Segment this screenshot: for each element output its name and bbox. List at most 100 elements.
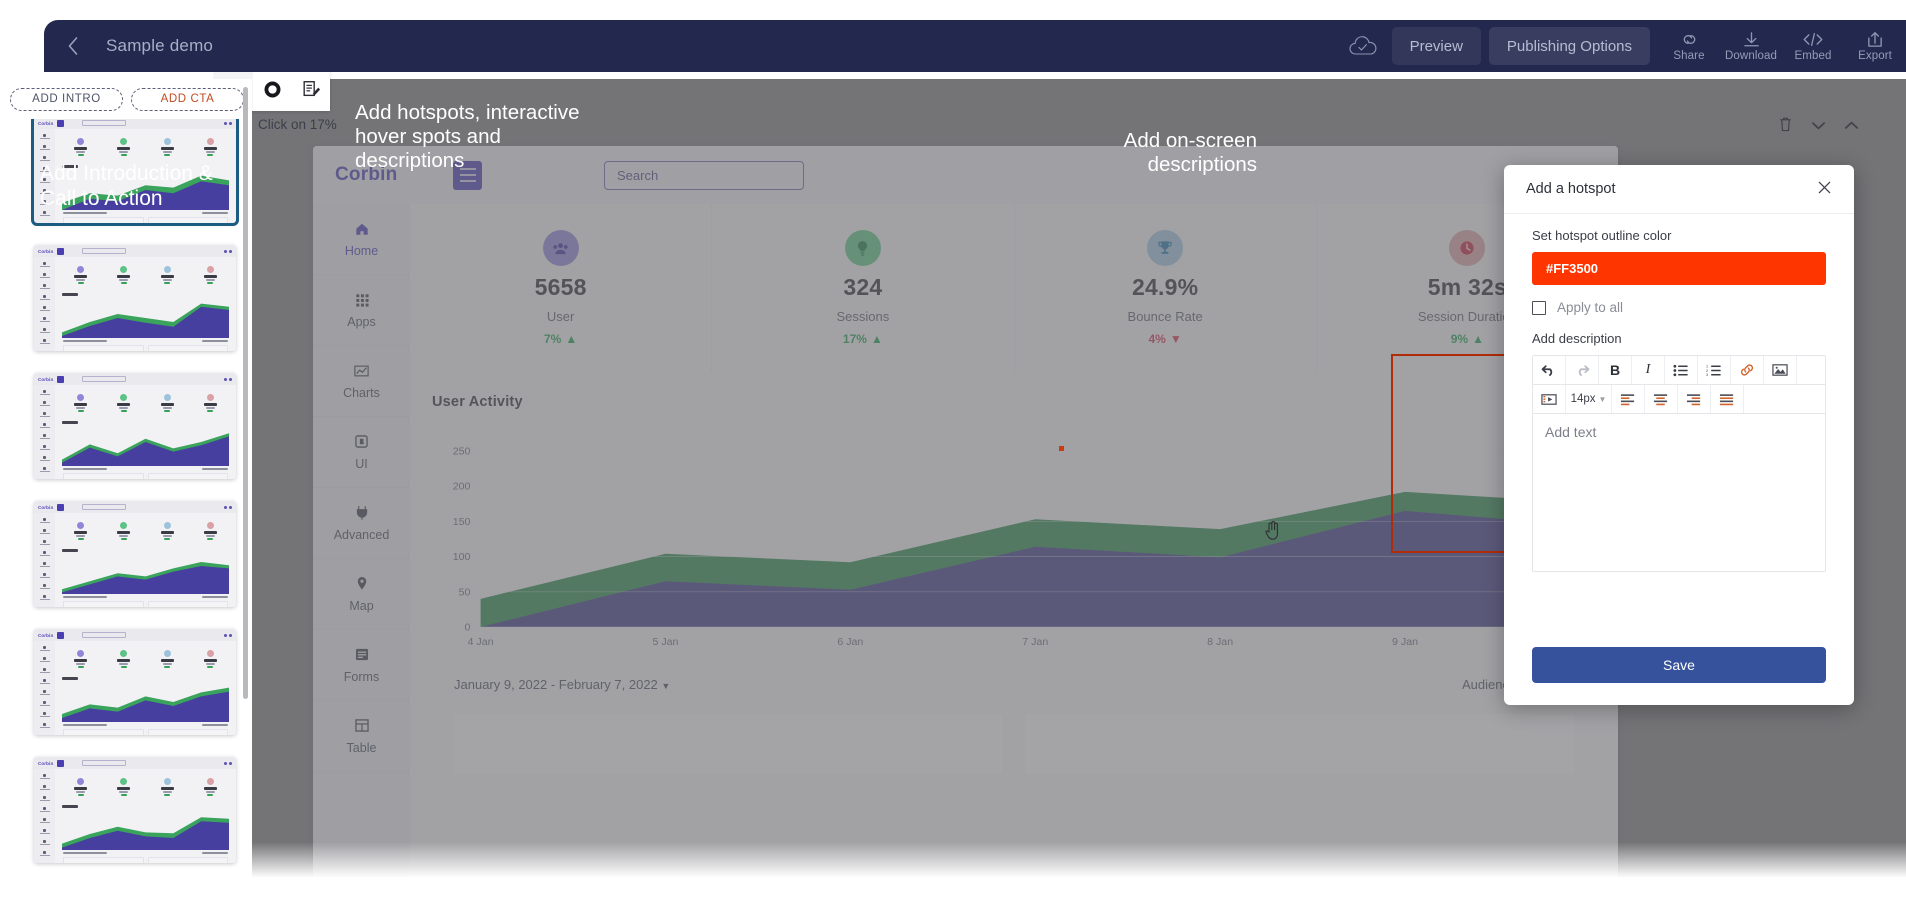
thumb-main — [55, 641, 236, 735]
rich-text-editor: B I 1 2 3 14px ▼ Add text — [1532, 355, 1826, 572]
apply-to-all-row[interactable]: Apply to all — [1532, 300, 1826, 315]
slide-panel-scrollbar[interactable] — [243, 87, 248, 699]
slide-thumbnail[interactable]: Corbin — [34, 757, 236, 863]
publishing-options-button[interactable]: Publishing Options — [1488, 27, 1650, 65]
thumb-header: Corbin — [34, 373, 236, 385]
download-label: Download — [1725, 49, 1777, 62]
sidebar-item-ui[interactable]: UI — [313, 417, 410, 488]
video-button[interactable] — [1533, 385, 1566, 413]
close-icon — [1818, 181, 1831, 194]
add-cta-button[interactable]: ADD CTA — [131, 87, 244, 111]
thumb-main — [55, 129, 236, 223]
description-textarea[interactable]: Add text — [1533, 414, 1825, 571]
image-icon — [1772, 364, 1788, 376]
image-button[interactable] — [1764, 356, 1797, 384]
align-center-button[interactable] — [1645, 385, 1678, 413]
preview-button[interactable]: Preview — [1391, 27, 1481, 65]
slide-thumbnail[interactable]: Corbin Add Introduction & Call to Action — [31, 117, 239, 226]
save-button[interactable]: Save — [1532, 647, 1826, 683]
date-range-selector[interactable]: January 9, 2022 - February 7, 2022 ▼ — [454, 677, 670, 692]
trash-icon — [1780, 117, 1791, 132]
thumb-sidebar — [34, 513, 55, 607]
embed-label: Embed — [1794, 49, 1832, 62]
link-button[interactable] — [1731, 356, 1764, 384]
back-button[interactable] — [56, 29, 90, 63]
font-size-select[interactable]: 14px ▼ — [1566, 385, 1612, 413]
thumb-sidebar — [34, 769, 55, 863]
embed-button[interactable]: Embed — [1782, 20, 1844, 72]
stat-change-value: 17% — [842, 332, 867, 346]
dashboard-search-input[interactable]: Search — [604, 160, 804, 190]
align-center-icon — [1653, 393, 1668, 405]
sidebar-item-apps[interactable]: Apps — [313, 275, 410, 346]
share-label: Share — [1673, 49, 1705, 62]
sidebar-item-map[interactable]: Map — [313, 559, 410, 630]
thumb-chart — [62, 810, 229, 850]
sidebar-item-advanced[interactable]: Advanced — [313, 488, 410, 559]
svg-text:3: 3 — [1706, 373, 1708, 377]
sidebar-item-charts[interactable]: Charts — [313, 346, 410, 417]
stat-value: 5m 32s — [1427, 274, 1507, 300]
app-root: ADD INTRO ADD CTA Corbin Add Introduction… — [0, 0, 1906, 900]
thumb-sidebar — [34, 641, 55, 735]
slide-thumbnail[interactable]: Corbin — [34, 373, 236, 479]
apply-to-all-checkbox[interactable] — [1532, 300, 1546, 315]
stat-card-user[interactable]: 5658 User 7% ▲ — [410, 204, 713, 372]
share-button[interactable]: Share — [1658, 20, 1720, 72]
move-down-button[interactable] — [1811, 118, 1826, 136]
dashboard-menu-button[interactable] — [453, 160, 482, 190]
chart-title: User Activity — [432, 394, 523, 410]
stat-card-sessions[interactable]: 324 Sessions 17% ▲ — [712, 204, 1015, 372]
undo-icon — [1541, 365, 1553, 376]
apply-to-all-label: Apply to all — [1557, 300, 1624, 315]
download-button[interactable]: Download — [1720, 20, 1782, 72]
description-mode-button[interactable] — [292, 67, 330, 111]
slide-thumbnail[interactable]: Corbin — [34, 245, 236, 351]
link-icon — [1740, 364, 1754, 376]
align-left-button[interactable] — [1612, 385, 1645, 413]
sidebar-item-label: Charts — [343, 385, 380, 400]
hover-mode-button[interactable] — [253, 67, 291, 111]
arrow-up-icon: ▲ — [870, 332, 883, 346]
thumb-search — [82, 248, 127, 254]
move-up-button[interactable] — [1844, 118, 1859, 136]
redo-button[interactable] — [1566, 356, 1599, 384]
thumb-body — [34, 513, 236, 607]
delete-slide-button[interactable] — [1778, 116, 1793, 137]
stat-change: 7% ▲ — [544, 332, 577, 346]
thumb-search — [82, 376, 127, 382]
export-button[interactable]: Export — [1844, 20, 1906, 72]
bottom-card — [454, 714, 1003, 774]
bold-button[interactable]: B — [1599, 356, 1632, 384]
dialog-close-button[interactable] — [1817, 180, 1832, 198]
stat-change-value: 4% — [1148, 332, 1166, 346]
sidebar-item-forms[interactable]: Forms — [313, 630, 410, 701]
undo-button[interactable] — [1533, 356, 1566, 384]
thumb-body — [34, 257, 236, 351]
chevron-down-icon — [1811, 121, 1826, 129]
slide-thumbnail[interactable]: Corbin — [34, 629, 236, 735]
bullet-list-button[interactable] — [1665, 356, 1698, 384]
align-right-button[interactable] — [1678, 385, 1711, 413]
stat-label: Sessions — [836, 309, 890, 324]
add-buttons-row: ADD INTRO ADD CTA — [2, 79, 252, 119]
numbered-list-button[interactable]: 1 2 3 — [1698, 356, 1731, 384]
stat-value: 324 — [843, 274, 883, 300]
slide-thumbnail-list[interactable]: Corbin Add Introduction & Call to Action C… — [8, 117, 252, 900]
sidebar-item-label: Map — [349, 598, 374, 613]
align-justify-button[interactable] — [1711, 385, 1744, 413]
hotspot-color-field[interactable]: #FF3500 — [1532, 252, 1826, 285]
dashboard-brand: Corbin — [335, 164, 398, 185]
form-lines-icon — [355, 647, 369, 663]
italic-button[interactable]: I — [1632, 356, 1665, 384]
sidebar-item-table[interactable]: Table — [313, 701, 410, 772]
stat-card-bounce-rate[interactable]: 24.9% Bounce Rate 4% ▼ — [1015, 204, 1317, 372]
thumb-main — [55, 257, 236, 351]
add-hotspot-dialog: Add a hotspot Set hotspot outline color … — [1504, 165, 1854, 705]
add-intro-button[interactable]: ADD INTRO — [10, 87, 123, 111]
slide-thumbnail[interactable]: Corbin — [34, 501, 236, 607]
thumb-header: Corbin — [34, 245, 236, 257]
clock-icon — [1449, 230, 1486, 266]
code-embed-icon — [1803, 32, 1823, 46]
sidebar-item-home[interactable]: Home — [313, 204, 410, 275]
